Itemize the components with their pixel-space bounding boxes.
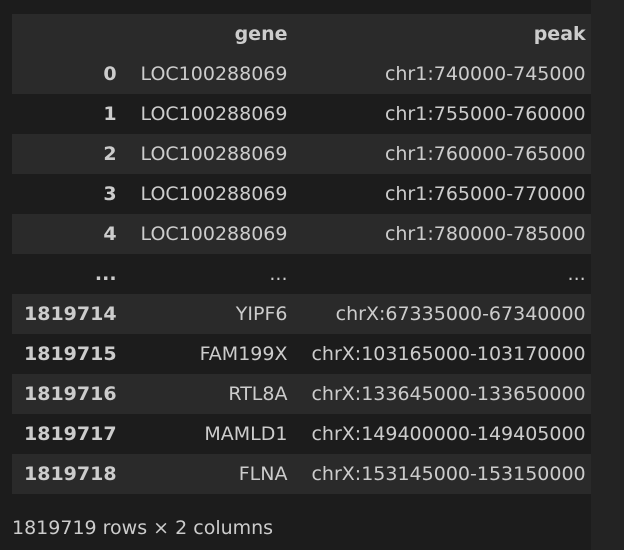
- table-header: gene peak: [12, 14, 598, 54]
- peak-cell: chrX:153145000-153150000: [311, 462, 586, 485]
- gene-cell: FAM199X: [199, 342, 288, 365]
- row-index: 4: [103, 222, 117, 245]
- table-row: 0 LOC100288069 chr1:740000-745000: [12, 54, 598, 94]
- row-index: 2: [103, 142, 117, 165]
- peak-cell: chrX:67335000-67340000: [335, 302, 586, 325]
- gene-column-header: gene: [234, 22, 288, 45]
- table-body: 0 LOC100288069 chr1:740000-745000 1 LOC1…: [12, 54, 598, 494]
- dataframe-table: gene peak 0 LOC100288069 chr1:740000-745…: [12, 14, 598, 494]
- peak-cell: chrX:133645000-133650000: [311, 382, 586, 405]
- row-index: 3: [103, 182, 117, 205]
- notebook-output-area: gene peak 0 LOC100288069 chr1:740000-745…: [0, 0, 598, 550]
- gene-cell: LOC100288069: [140, 62, 288, 85]
- table-row: 2 LOC100288069 chr1:760000-765000: [12, 134, 598, 174]
- gene-cell: LOC100288069: [140, 102, 288, 125]
- row-index: 1819715: [24, 342, 117, 365]
- gene-cell: RTL8A: [228, 382, 288, 405]
- gene-cell: YIPF6: [235, 302, 288, 325]
- peak-cell: ...: [567, 262, 586, 285]
- peak-cell: chr1:755000-760000: [384, 102, 586, 125]
- scrollbar-gutter[interactable]: [591, 0, 624, 550]
- header-row: gene peak: [12, 14, 598, 54]
- gene-cell: MAMLD1: [204, 422, 288, 445]
- index-header: [12, 14, 129, 54]
- peak-cell: chr1:760000-765000: [384, 142, 586, 165]
- peak-cell: chr1:780000-785000: [384, 222, 586, 245]
- row-index: 1819714: [24, 302, 117, 325]
- peak-cell: chrX:149400000-149405000: [311, 422, 586, 445]
- row-index: ...: [94, 262, 117, 285]
- row-index: 1819718: [24, 462, 117, 485]
- gene-cell: LOC100288069: [140, 222, 288, 245]
- dataframe-shape-summary: 1819719 rows × 2 columns: [12, 517, 274, 539]
- row-index: 1: [103, 102, 117, 125]
- gene-cell: FLNA: [238, 462, 288, 485]
- table-row: 4 LOC100288069 chr1:780000-785000: [12, 214, 598, 254]
- table-row: 1819715 FAM199X chrX:103165000-103170000: [12, 334, 598, 374]
- table-row: 1819714 YIPF6 chrX:67335000-67340000: [12, 294, 598, 334]
- gene-cell: ...: [269, 262, 288, 285]
- peak-cell: chrX:103165000-103170000: [311, 342, 586, 365]
- row-index: 0: [103, 62, 117, 85]
- table-row: 3 LOC100288069 chr1:765000-770000: [12, 174, 598, 214]
- peak-column-header: peak: [533, 22, 586, 45]
- table-row: 1819718 FLNA chrX:153145000-153150000: [12, 454, 598, 494]
- peak-cell: chr1:740000-745000: [384, 62, 586, 85]
- peak-cell: chr1:765000-770000: [384, 182, 586, 205]
- table-row: 1819716 RTL8A chrX:133645000-133650000: [12, 374, 598, 414]
- row-index: 1819717: [24, 422, 117, 445]
- row-index: 1819716: [24, 382, 117, 405]
- gene-cell: LOC100288069: [140, 182, 288, 205]
- table-row: 1 LOC100288069 chr1:755000-760000: [12, 94, 598, 134]
- table-row: 1819717 MAMLD1 chrX:149400000-149405000: [12, 414, 598, 454]
- ellipsis-row: ... ... ...: [12, 254, 598, 294]
- gene-cell: LOC100288069: [140, 142, 288, 165]
